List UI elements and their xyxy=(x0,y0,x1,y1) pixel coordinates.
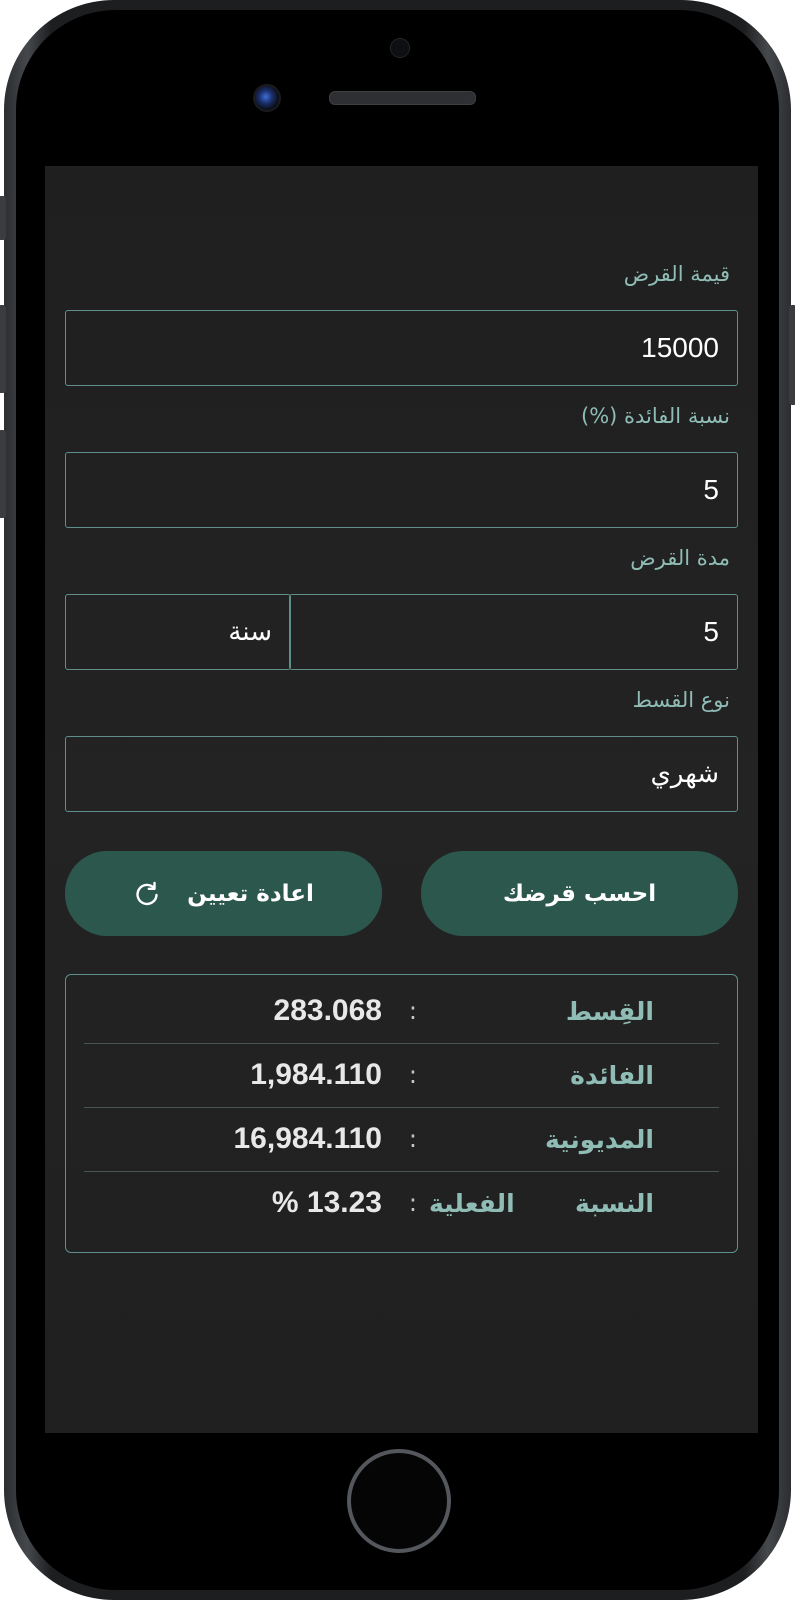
refresh-icon xyxy=(133,880,161,908)
calculate-button-label: احسب قرضك xyxy=(502,880,657,907)
loan-term-input[interactable]: 5 xyxy=(289,594,738,670)
results-panel: القِسط : 283.068 الفائدة : 1,984.110 الم… xyxy=(65,974,738,1253)
mute-switch xyxy=(0,196,6,240)
result-label: النسبة الفعلية xyxy=(429,1188,654,1218)
result-separator: : xyxy=(408,997,417,1025)
result-label: الفائدة xyxy=(570,1060,654,1090)
result-separator: : xyxy=(408,1189,417,1217)
app-screen: قيمة القرض 15000 نسبة الفائدة (%) 5 مدة … xyxy=(45,166,758,1433)
result-row-installment: القِسط : 283.068 xyxy=(84,979,719,1044)
loan-amount-label: قيمة القرض xyxy=(623,262,730,286)
result-separator: : xyxy=(408,1125,417,1153)
calculate-button[interactable]: احسب قرضك xyxy=(421,851,738,936)
result-separator: : xyxy=(408,1061,417,1089)
result-value: % 13.23 xyxy=(271,1186,382,1219)
reset-button-label: اعادة تعيين xyxy=(187,880,314,907)
result-row-effective-rate: النسبة الفعلية : % 13.23 xyxy=(84,1171,719,1235)
interest-rate-label: نسبة الفائدة (%) xyxy=(581,404,730,428)
volume-up-button xyxy=(0,305,6,393)
result-label: القِسط xyxy=(565,996,654,1026)
reset-button[interactable]: اعادة تعيين xyxy=(65,851,382,936)
proximity-sensor xyxy=(390,38,410,58)
power-button xyxy=(789,305,795,405)
phone-frame: قيمة القرض 15000 نسبة الفائدة (%) 5 مدة … xyxy=(0,0,795,1600)
front-camera-icon xyxy=(253,84,281,112)
result-value: 1,984.110 xyxy=(250,1058,382,1091)
loan-term-unit-select[interactable]: سنة xyxy=(65,594,291,670)
earpiece-speaker xyxy=(329,91,476,105)
interest-rate-input[interactable]: 5 xyxy=(65,452,738,528)
result-row-debt: المديونية : 16,984.110 xyxy=(84,1107,719,1172)
loan-amount-input[interactable]: 15000 xyxy=(65,310,738,386)
result-row-interest: الفائدة : 1,984.110 xyxy=(84,1043,719,1108)
result-value: 283.068 xyxy=(273,994,382,1027)
loan-term-label: مدة القرض xyxy=(630,546,730,570)
result-value: 16,984.110 xyxy=(233,1122,383,1155)
installment-type-label: نوع القسط xyxy=(632,688,730,712)
result-label: المديونية xyxy=(545,1124,654,1154)
home-button[interactable] xyxy=(347,1449,451,1553)
installment-type-select[interactable]: شهري xyxy=(65,736,738,812)
volume-down-button xyxy=(0,430,6,518)
